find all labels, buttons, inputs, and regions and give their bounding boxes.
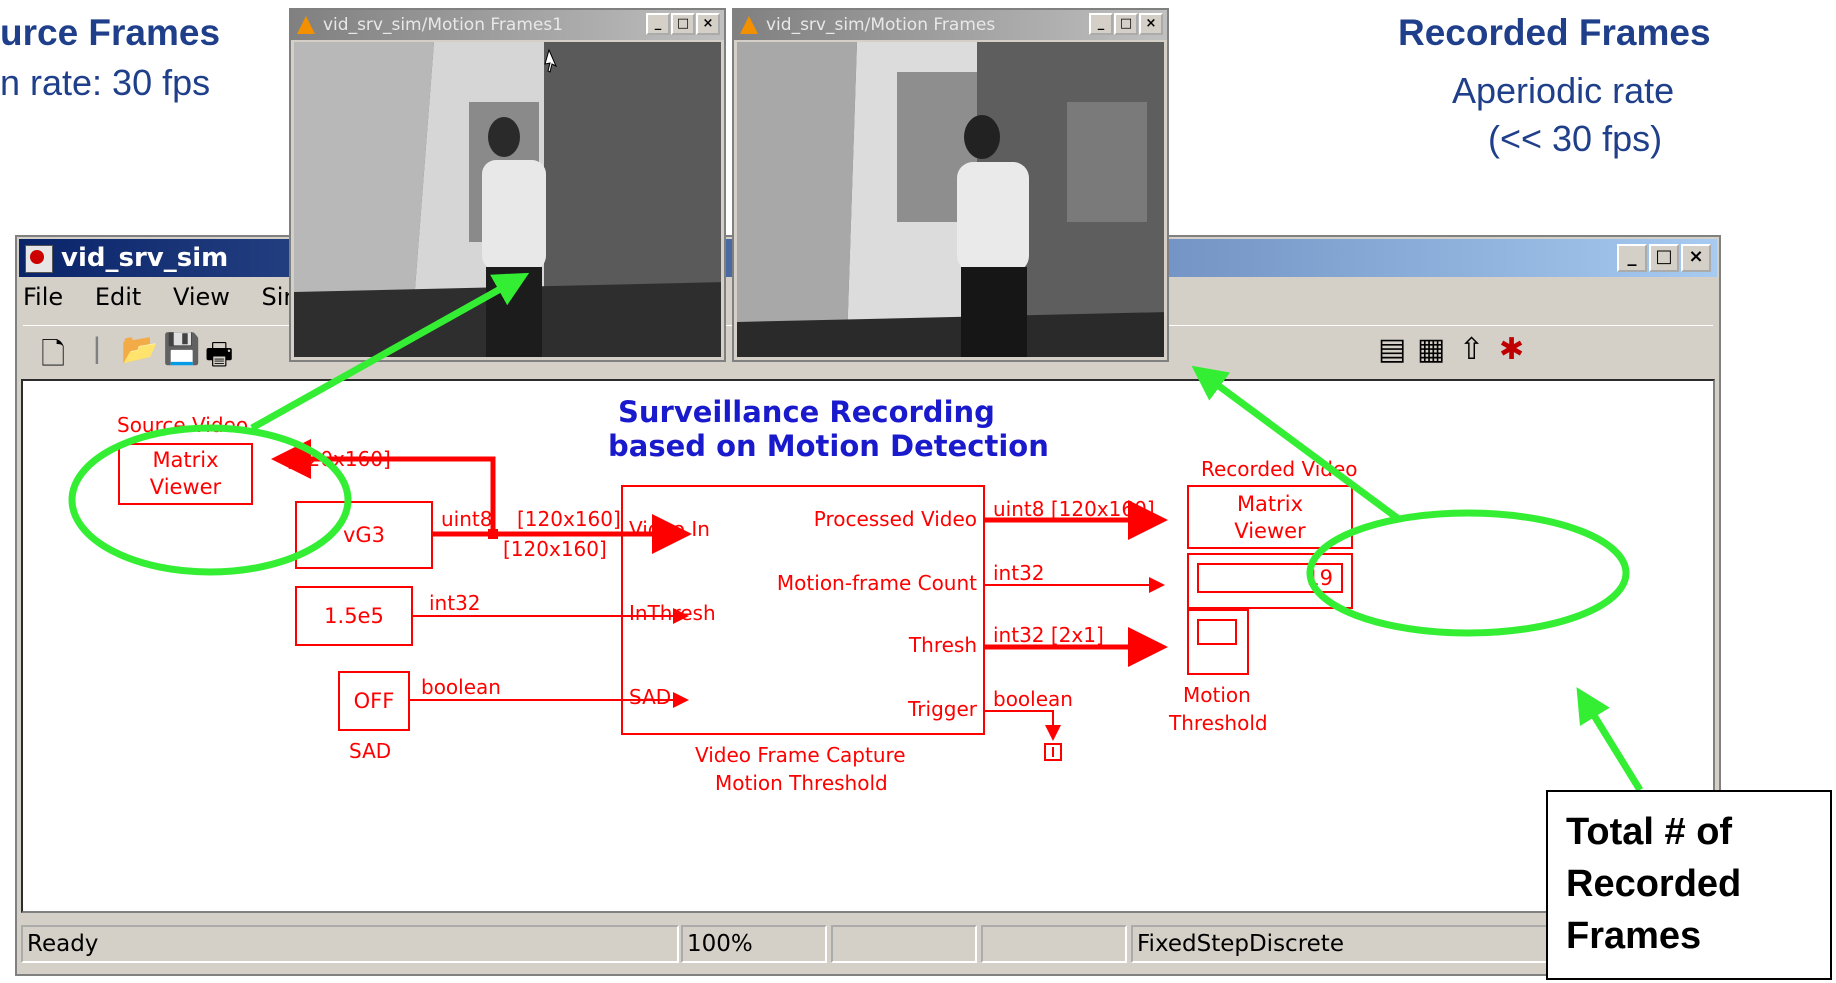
source-video-highlight	[68, 424, 352, 576]
recorded-arrow	[1191, 365, 1403, 523]
recorded-video-highlight	[1306, 509, 1630, 637]
total-recorded-frames-callout: Total # of Recorded Frames	[1546, 790, 1832, 980]
count-arrow	[1576, 687, 1643, 792]
source-arrow	[250, 272, 530, 432]
